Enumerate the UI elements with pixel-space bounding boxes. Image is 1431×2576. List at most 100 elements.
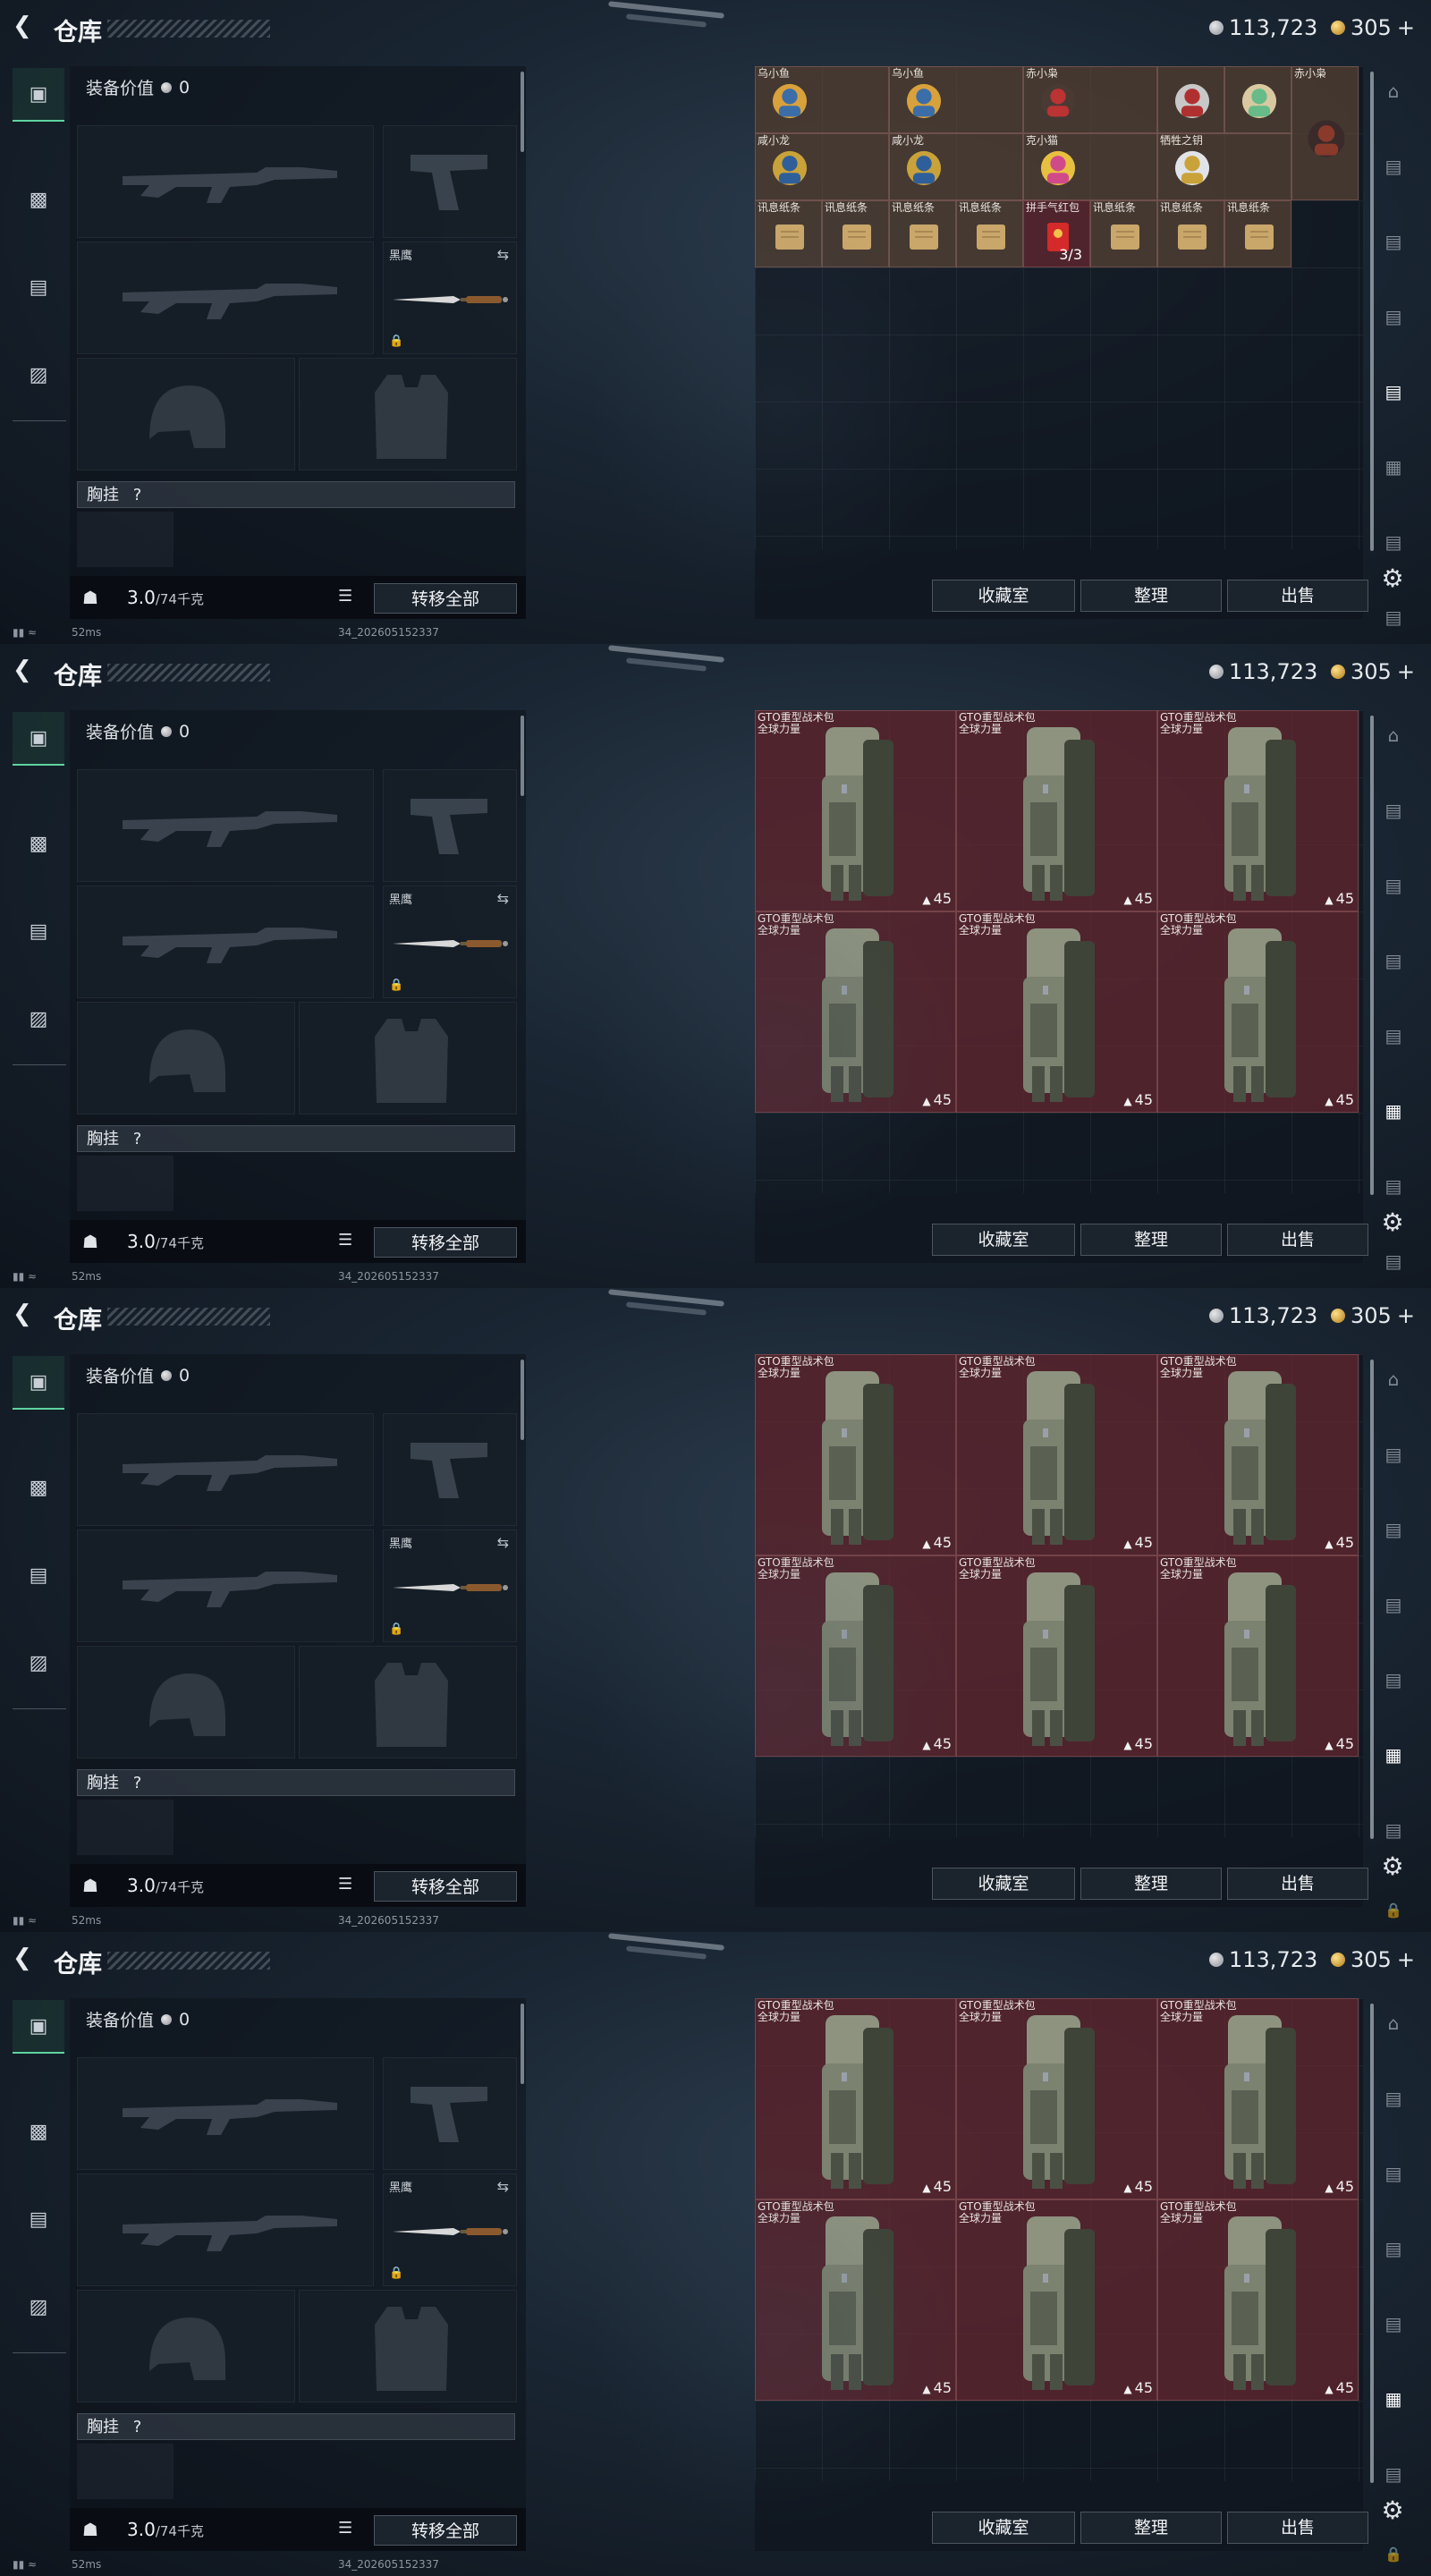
stash-item-note[interactable]: 讯息纸条 <box>1224 200 1291 267</box>
swap-icon[interactable]: ⇆ <box>497 1534 509 1551</box>
stash-item[interactable]: 乌小鱼 <box>889 66 1023 133</box>
sort-button[interactable]: 整理 <box>1080 1868 1222 1900</box>
pistol-slot[interactable] <box>383 1413 517 1526</box>
stash-item-backpack[interactable]: GTO重型战术包 全球力量 ▲ 45 <box>956 1998 1157 2199</box>
help-icon[interactable]: ? <box>133 1130 142 1148</box>
pistol-slot[interactable] <box>383 125 517 238</box>
gun-icon[interactable]: ▣ <box>13 1356 64 1410</box>
list-icon[interactable]: ☰ <box>338 2519 352 2538</box>
sort-button[interactable]: 整理 <box>1080 2512 1222 2544</box>
collection-room-button[interactable]: 收藏室 <box>932 1868 1075 1900</box>
chevron-left-icon[interactable]: ❮ <box>13 1946 36 1970</box>
helmet-icon[interactable]: ⌂ <box>1376 1368 1411 1395</box>
primary-weapon-slot[interactable] <box>77 2057 374 2170</box>
stash-item[interactable]: 咸小龙 <box>889 133 1023 200</box>
helmet-slot[interactable] <box>77 1002 295 1114</box>
transfer-all-button[interactable]: 转移全部 <box>374 1871 517 1902</box>
backpack-icon[interactable]: ▤ <box>13 2193 64 2245</box>
tv-icon[interactable]: ▤ <box>1376 950 1411 977</box>
tv-icon[interactable]: ▤ <box>1376 800 1411 826</box>
tv-icon[interactable]: ▤ <box>1376 1444 1411 1470</box>
pistol-slot[interactable] <box>383 769 517 882</box>
stash-item-backpack[interactable]: GTO重型战术包 全球力量 ▲ 45 <box>755 1354 956 1555</box>
stash-item-backpack[interactable]: GTO重型战术包 全球力量 ▲ 45 <box>1157 2199 1359 2401</box>
armor-slot[interactable] <box>299 2290 517 2402</box>
melee-slot[interactable]: 黑鹰 ⇆ 🔒 <box>383 1530 517 1642</box>
stash-item-backpack[interactable]: GTO重型战术包 全球力量 ▲ 45 <box>755 1998 956 2199</box>
stash-item-backpack[interactable]: GTO重型战术包 全球力量 ▲ 45 <box>1157 1354 1359 1555</box>
tv-icon[interactable]: ▤ <box>1376 2088 1411 2114</box>
tv-icon[interactable]: ▤ <box>1376 531 1411 558</box>
tv-icon[interactable]: ▤ <box>1376 2313 1411 2340</box>
primary-weapon-slot[interactable] <box>77 769 374 882</box>
chevron-left-icon[interactable]: ❮ <box>13 658 36 682</box>
safebox-icon[interactable]: ▦ <box>1376 456 1411 483</box>
briefcase-icon[interactable]: ▨ <box>13 1637 64 1689</box>
briefcase-icon[interactable]: ▨ <box>13 349 64 401</box>
chest-rig-slot[interactable]: 胸挂 ? <box>77 2413 515 2440</box>
melee-slot[interactable]: 黑鹰 ⇆ 🔒 <box>383 242 517 354</box>
tv-icon[interactable]: ▤ <box>1376 2163 1411 2190</box>
help-icon[interactable]: ? <box>133 2418 142 2436</box>
sort-button[interactable]: 整理 <box>1080 1224 1222 1256</box>
tv-icon[interactable]: ▤ <box>1376 1025 1411 1052</box>
tv-icon[interactable]: ▤ <box>1376 2463 1411 2490</box>
stash-item-note[interactable]: 讯息纸条 <box>1157 200 1224 267</box>
scrollbar[interactable] <box>1370 716 1374 1195</box>
pistol-slot[interactable] <box>383 2057 517 2170</box>
chevron-left-icon[interactable]: ❮ <box>13 14 36 38</box>
chest-rig-item[interactable] <box>77 512 174 567</box>
chest-rig-item[interactable] <box>77 1800 174 1855</box>
stash-item-note[interactable]: 讯息纸条 <box>822 200 889 267</box>
sell-button[interactable]: 出售 <box>1227 580 1368 612</box>
primary-weapon-slot[interactable] <box>77 125 374 238</box>
helmet-slot[interactable] <box>77 358 295 470</box>
gun-icon[interactable]: ▣ <box>13 68 64 122</box>
stash-item-note[interactable]: 讯息纸条 <box>889 200 956 267</box>
stash-item-backpack[interactable]: GTO重型战术包 全球力量 ▲ 45 <box>1157 911 1359 1113</box>
plus-icon[interactable]: + <box>1397 15 1415 40</box>
list-icon[interactable]: ☰ <box>338 1231 352 1250</box>
stash-item-backpack[interactable]: GTO重型战术包 全球力量 ▲ 45 <box>956 911 1157 1113</box>
scrollbar[interactable] <box>521 716 524 796</box>
help-icon[interactable]: ? <box>133 1774 142 1792</box>
gun-icon[interactable]: ▣ <box>13 712 64 766</box>
tv-icon[interactable]: ▤ <box>1376 381 1411 408</box>
chest-rig-slot[interactable]: 胸挂 ? <box>77 1125 515 1152</box>
stash-item[interactable]: 乌小鱼 <box>755 66 889 133</box>
stash-item-note[interactable]: 讯息纸条 <box>755 200 822 267</box>
scrollbar[interactable] <box>521 72 524 152</box>
list-icon[interactable]: ☰ <box>338 587 352 606</box>
tv-icon[interactable]: ▤ <box>1376 306 1411 333</box>
tv-icon[interactable]: ▤ <box>1376 1519 1411 1546</box>
armor-slot[interactable] <box>299 1646 517 1758</box>
stash-item-note[interactable]: 讯息纸条 <box>956 200 1023 267</box>
armor-icon[interactable]: ▩ <box>13 2106 64 2157</box>
plus-icon[interactable]: + <box>1397 659 1415 684</box>
secondary-weapon-slot[interactable] <box>77 242 374 354</box>
armor-icon[interactable]: ▩ <box>13 1462 64 1513</box>
swap-icon[interactable]: ⇆ <box>497 2178 509 2195</box>
stash-item-backpack[interactable]: GTO重型战术包 全球力量 ▲ 45 <box>956 2199 1157 2401</box>
briefcase-icon[interactable]: ▨ <box>13 2281 64 2333</box>
sell-button[interactable]: 出售 <box>1227 1224 1368 1256</box>
stash-item[interactable]: 咸小龙 <box>755 133 889 200</box>
stash-item-backpack[interactable]: GTO重型战术包 全球力量 ▲ 45 <box>1157 710 1359 911</box>
scrollbar[interactable] <box>521 2004 524 2084</box>
scrollbar[interactable] <box>1370 1360 1374 1839</box>
backpack-icon[interactable]: ▤ <box>13 261 64 313</box>
collection-room-button[interactable]: 收藏室 <box>932 580 1075 612</box>
tv-icon[interactable]: ▤ <box>1376 156 1411 182</box>
gold-currency[interactable]: 305 + <box>1331 15 1415 40</box>
stash-item[interactable] <box>1157 66 1224 133</box>
gear-icon[interactable]: ⚙ <box>1377 2496 1408 2526</box>
backpack-icon[interactable]: ▤ <box>13 905 64 957</box>
stash-item[interactable]: 赤小枭 <box>1023 66 1157 133</box>
tv-icon[interactable]: ▤ <box>1376 2238 1411 2265</box>
scrollbar[interactable] <box>521 1360 524 1440</box>
gold-currency[interactable]: 305 + <box>1331 659 1415 684</box>
stash-item-backpack[interactable]: GTO重型战术包 全球力量 ▲ 45 <box>1157 1998 1359 2199</box>
stash-item-backpack[interactable]: GTO重型战术包 全球力量 ▲ 45 <box>755 911 956 1113</box>
stash-item-backpack[interactable]: GTO重型战术包 全球力量 ▲ 45 <box>755 2199 956 2401</box>
helmet-icon[interactable]: ⌂ <box>1376 80 1411 107</box>
